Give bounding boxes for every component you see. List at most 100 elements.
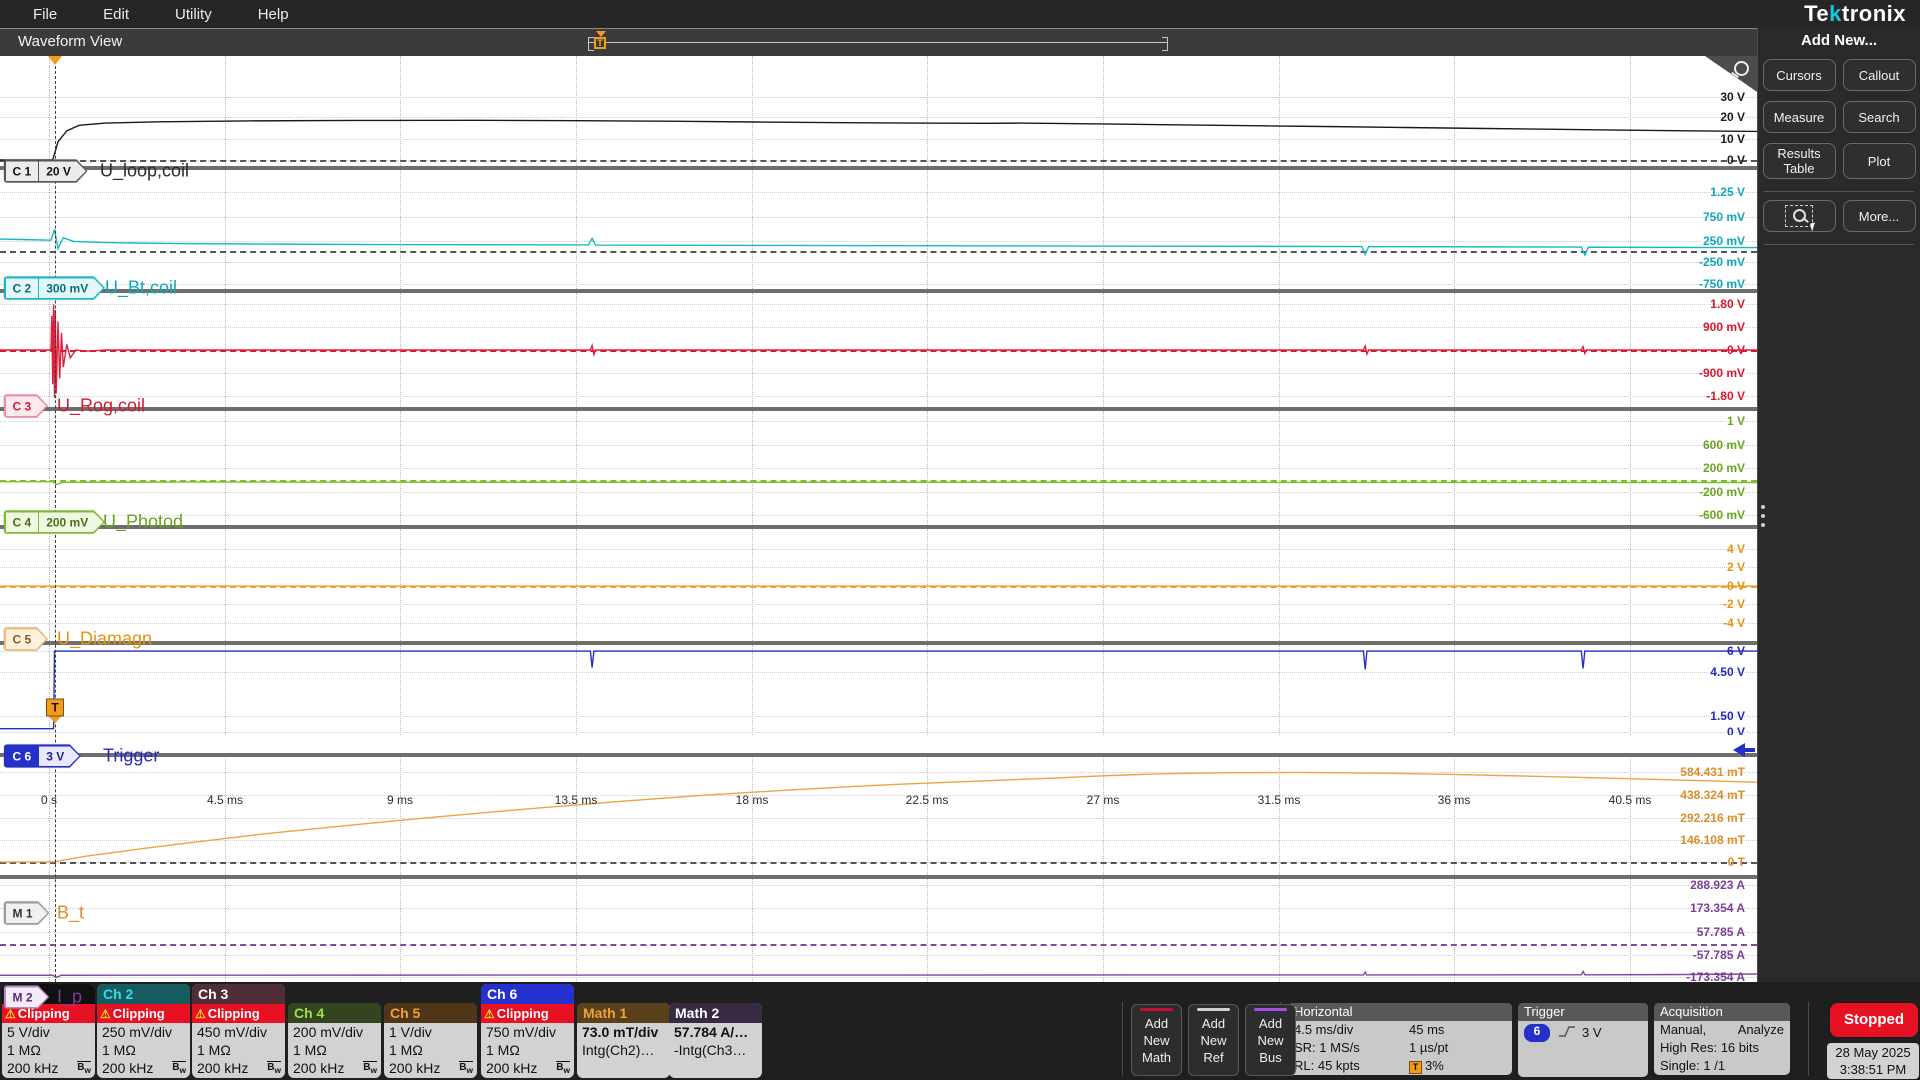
axis-label-M2: 57.785 A — [1697, 925, 1745, 939]
axis-label-C3: 900 mV — [1703, 320, 1745, 334]
slice-C5: 4 V2 V0 V-2 V-4 V — [0, 529, 1757, 641]
channel-card-math1[interactable]: Math 173.0 mT/divIntg(Ch2)… — [577, 1003, 670, 1078]
menu-utility[interactable]: Utility — [175, 6, 212, 23]
channel-card-ch2[interactable]: Ch 2⚠Clipping250 mV/div1 MΩ200 kHzBw — [97, 984, 190, 1078]
sidebar-separator — [1764, 244, 1914, 245]
axis-label-C5: 2 V — [1727, 560, 1745, 574]
slice-separator — [0, 875, 1757, 879]
sidebar-button-search[interactable]: Search — [1843, 101, 1916, 133]
waveform-C5 — [0, 529, 1757, 641]
panel-grip-handle[interactable] — [1761, 500, 1765, 532]
axis-label-C2: 750 mV — [1703, 210, 1745, 224]
channel-badge-C6[interactable]: C 63 V — [4, 745, 81, 768]
bandwidth-badge: Bw — [459, 1061, 473, 1075]
add-new-math-button[interactable]: AddNewMath — [1131, 1004, 1182, 1076]
channel-card-row: -Intg(Ch3… — [669, 1041, 762, 1059]
axis-label-C6: 1.50 V — [1710, 709, 1745, 723]
channel-label-M2: I_p — [57, 987, 82, 1008]
channel-card-ch3[interactable]: Ch 3⚠Clipping450 mV/div1 MΩ200 kHzBw — [192, 984, 285, 1078]
trigger-position-marker[interactable] — [48, 56, 62, 65]
channel-card-math2[interactable]: Math 257.784 A/…-Intg(Ch3… — [669, 1003, 762, 1078]
zoom-select-button[interactable] — [1763, 200, 1836, 232]
menu-help[interactable]: Help — [258, 6, 289, 23]
channel-card-row: Intg(Ch2)… — [577, 1041, 670, 1059]
sidebar-button-results-table[interactable]: Results Table — [1763, 143, 1836, 179]
add-new-bus-button[interactable]: AddNewBus — [1245, 1004, 1296, 1076]
slice-separator — [0, 753, 1757, 757]
rising-edge-icon — [1558, 1024, 1576, 1038]
axis-label-M2: -173.354 A — [1686, 970, 1745, 982]
time-axis-label: 36 ms — [1438, 793, 1471, 807]
horizontal-panel[interactable]: Horizontal 4.5 ms/div45 msSR: 1 MS/s1 µs… — [1288, 1003, 1512, 1075]
warning-icon: ⚠ — [484, 1007, 495, 1021]
sidebar-button-callout[interactable]: Callout — [1843, 59, 1916, 91]
horizontal-title: Horizontal — [1288, 1003, 1512, 1021]
trigger-source-marker[interactable]: T — [46, 699, 64, 724]
channel-badge-C5[interactable]: C 5 — [4, 628, 48, 651]
channel-card-ch6[interactable]: Ch 6⚠Clipping750 mV/div1 MΩ200 kHzBw — [481, 984, 574, 1078]
channel-card-row: 57.784 A/… — [669, 1023, 762, 1041]
axis-label-C3: 1.80 V — [1710, 297, 1745, 311]
axis-label-M2: -57.785 A — [1693, 948, 1745, 962]
channel-label-C3: U_Rog,coil — [57, 396, 145, 417]
clipping-banner: ⚠Clipping — [192, 1004, 285, 1023]
warning-icon: ⚠ — [5, 1007, 16, 1021]
plot-area: T 30 V20 V10 V0 VC 120 VU_loop,coil1.25 … — [0, 56, 1757, 982]
channel-card-row: 200 mV/div — [288, 1023, 381, 1041]
axis-label-C1: 0 V — [1727, 153, 1745, 166]
zoom-select-icon — [1785, 205, 1813, 227]
trigger-panel[interactable]: Trigger 6 3 V — [1518, 1003, 1648, 1077]
axis-label-C3: 0 V — [1727, 343, 1745, 357]
axis-label-C5: -4 V — [1723, 616, 1745, 630]
horizontal-row: 4.5 ms/div45 ms — [1288, 1021, 1512, 1039]
axis-label-M1: 438.324 mT — [1680, 788, 1745, 802]
waveform-view-titlebar: Waveform View T — [0, 28, 1757, 56]
channel-card-row: 1 MΩ — [481, 1041, 574, 1059]
acquisition-panel[interactable]: Acquisition Manual, Analyze High Res: 16… — [1654, 1003, 1790, 1075]
channel-card-row: 450 mV/div — [192, 1023, 285, 1041]
time-axis-label: 40.5 ms — [1609, 793, 1652, 807]
acq-analyze: Analyze — [1738, 1021, 1784, 1039]
bandwidth-badge: Bw — [172, 1061, 186, 1075]
sidebar-button-plot[interactable]: Plot — [1843, 143, 1916, 179]
channel-badge-M2[interactable]: M 2 — [4, 986, 49, 1009]
channel-card-row: 1 MΩ — [192, 1041, 285, 1059]
acquisition-title: Acquisition — [1654, 1003, 1790, 1021]
channel-label-C4: U_Photod — [103, 512, 183, 533]
channel-badge-C4[interactable]: C 4200 mV — [4, 511, 105, 534]
channel-badge-C3[interactable]: C 3 — [4, 395, 48, 418]
trigger-level-arrow[interactable] — [1733, 743, 1755, 757]
trigger-position-icon[interactable]: T — [594, 33, 608, 49]
channel-card-row: 1 V/div — [384, 1023, 477, 1041]
acq-highres: High Res: 16 bits — [1660, 1039, 1759, 1057]
axis-label-M1: 0 T — [1728, 855, 1745, 869]
channel-card-ch4[interactable]: Ch 4200 mV/div1 MΩ200 kHzBw — [288, 1003, 381, 1078]
trigger-title: Trigger — [1518, 1003, 1648, 1021]
sidebar-separator — [1764, 191, 1914, 192]
channel-card-header: Math 2 — [669, 1003, 762, 1023]
channel-badge-C2[interactable]: C 2300 mV — [4, 277, 105, 300]
datetime-display: 28 May 2025 3:38:51 PM — [1827, 1043, 1919, 1079]
more-button[interactable]: More... — [1843, 200, 1916, 232]
sidebar-button-cursors[interactable]: Cursors — [1763, 59, 1836, 91]
slice-C4: 1 V600 mV200 mV-200 mV-600 mV — [0, 411, 1757, 525]
acq-single: Single: 1 /1 — [1660, 1057, 1725, 1075]
channel-card-ch5[interactable]: Ch 51 V/div1 MΩ200 kHzBw — [384, 1003, 477, 1078]
channel-badge-M1[interactable]: M 1 — [4, 902, 49, 925]
add-new-ref-button[interactable]: AddNewRef — [1188, 1004, 1239, 1076]
axis-label-C1: 20 V — [1720, 110, 1745, 124]
menu-file[interactable]: File — [33, 6, 57, 23]
slice-C6: 6 V4.50 V1.50 V0 V — [0, 645, 1757, 735]
axis-label-C2: 1.25 V — [1710, 185, 1745, 199]
stopped-button[interactable]: Stopped — [1830, 1003, 1918, 1037]
horizontal-row: SR: 1 MS/s1 µs/pt — [1288, 1039, 1512, 1057]
axis-label-M1: 292.216 mT — [1680, 811, 1745, 825]
channel-card-row: 5 V/div — [2, 1023, 95, 1041]
axis-label-C6: 6 V — [1727, 645, 1745, 658]
channel-badge-C1[interactable]: C 120 V — [4, 160, 87, 183]
date-text: 28 May 2025 — [1827, 1044, 1919, 1061]
sidebar-button-measure[interactable]: Measure — [1763, 101, 1836, 133]
axis-label-C2: -750 mV — [1699, 277, 1745, 289]
menu-edit[interactable]: Edit — [103, 6, 129, 23]
record-view-bar[interactable] — [588, 42, 1168, 43]
